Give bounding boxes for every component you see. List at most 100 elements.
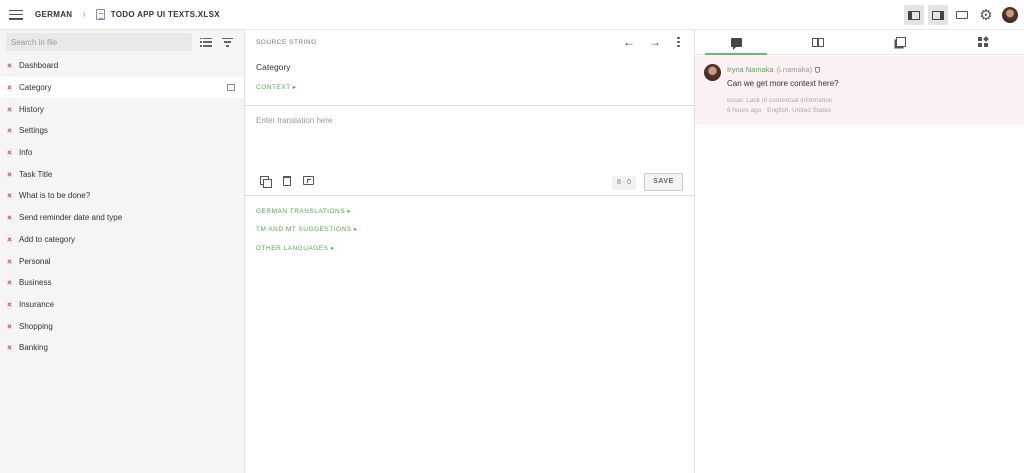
list-item-label: Banking — [19, 343, 48, 353]
right-panel: Iryna Namaka (i.namaka) Can we get more c… — [695, 30, 1024, 473]
strings-list: Dashboard Category History Settings Info… — [0, 55, 244, 359]
comment-username: (i.namaka) — [776, 65, 813, 74]
list-item[interactable]: Settings — [0, 120, 244, 142]
comment-author: Iryna Namaka (i.namaka) — [727, 65, 821, 74]
divider — [245, 105, 694, 106]
list-item[interactable]: What is to be done? — [0, 185, 244, 207]
top-bar: GERMAN › TODO APP UI TEXTS.XLSX ⚙ — [0, 0, 1024, 30]
file-icon — [95, 9, 105, 20]
list-item-label: Shopping — [19, 321, 53, 331]
comment-author-name: Iryna Namaka — [727, 65, 774, 74]
layout-right-panel-button[interactable] — [928, 5, 948, 25]
layout-left-panel-button[interactable] — [904, 5, 924, 25]
list-item-label: Settings — [19, 126, 48, 136]
source-string-label: SOURCE STRING — [256, 38, 317, 46]
list-item[interactable]: History — [0, 98, 244, 120]
strings-sidebar: Dashboard Category History Settings Info… — [0, 30, 245, 473]
untranslated-status-icon — [7, 151, 11, 155]
list-item[interactable]: Business — [0, 272, 244, 294]
list-item[interactable]: Send reminder date and type — [0, 207, 244, 229]
list-item[interactable]: Shopping — [0, 315, 244, 337]
untranslated-status-icon — [7, 281, 11, 285]
untranslated-status-icon — [7, 194, 11, 198]
list-view-icon[interactable] — [200, 37, 212, 47]
context-link-label: CONTEXT — [256, 84, 291, 91]
section-link-label: GERMAN TRANSLATIONS — [256, 208, 346, 215]
list-item-label: History — [19, 104, 44, 114]
section-link-label: TM AND MT SUGGESTIONS — [256, 226, 352, 233]
translation-input[interactable] — [245, 107, 694, 169]
breadcrumb-file-name[interactable]: TODO APP UI TEXTS.XLSX — [111, 10, 220, 19]
list-item-label: Business — [19, 278, 52, 288]
untranslated-status-icon — [7, 324, 11, 328]
shield-icon — [815, 67, 821, 73]
gear-icon[interactable]: ⚙ — [976, 5, 996, 25]
list-item[interactable]: Dashboard — [0, 55, 244, 77]
breadcrumb-language[interactable]: GERMAN — [35, 10, 72, 19]
keyboard-shortcuts-button[interactable] — [952, 5, 972, 25]
untranslated-status-icon — [7, 172, 11, 176]
hamburger-menu-icon[interactable] — [9, 9, 23, 20]
other-languages-link[interactable]: OTHER LANGUAGES ▸ — [256, 244, 335, 252]
user-avatar[interactable] — [1002, 7, 1018, 23]
list-item-label: Category — [19, 83, 52, 93]
untranslated-status-icon — [7, 259, 11, 263]
list-item-label: What is to be done? — [19, 191, 91, 201]
list-item-label: Add to category — [19, 234, 76, 244]
comment-issue-type: Issue: Lack of contextual information — [727, 97, 833, 104]
list-item[interactable]: Personal — [0, 250, 244, 272]
untranslated-status-icon — [7, 64, 11, 68]
translation-toolbar: 8 · 0 SAVE — [245, 173, 694, 193]
untranslated-status-icon — [7, 216, 11, 220]
more-vertical-icon[interactable] — [677, 36, 680, 48]
chat-icon — [730, 37, 742, 50]
list-item-label: Dashboard — [19, 61, 59, 71]
source-header: SOURCE STRING ← → — [245, 30, 694, 54]
list-item[interactable]: Add to category — [0, 229, 244, 251]
arrow-left-icon[interactable]: ← — [623, 36, 635, 48]
list-item-label: Task Title — [19, 169, 53, 179]
tab-translation-memory[interactable] — [860, 30, 942, 54]
source-string-text: Category — [256, 62, 291, 72]
search-row — [0, 30, 244, 54]
comment-text: Can we get more context here? — [727, 79, 839, 88]
list-item[interactable]: Task Title — [0, 163, 244, 185]
untranslated-status-icon — [7, 107, 11, 111]
untranslated-status-icon — [7, 237, 11, 241]
transliterate-icon[interactable] — [303, 176, 314, 185]
filter-icon[interactable] — [222, 37, 233, 47]
keyboard-icon — [956, 11, 968, 19]
list-item[interactable]: Insurance — [0, 294, 244, 316]
search-input[interactable] — [6, 33, 192, 51]
string-navigation: ← → — [623, 36, 680, 48]
context-link[interactable]: CONTEXT ▸ — [256, 83, 694, 91]
arrow-right-icon[interactable]: → — [649, 36, 661, 48]
list-item-selected[interactable]: Category — [0, 76, 244, 99]
tm-mt-suggestions-link[interactable]: TM AND MT SUGGESTIONS ▸ — [256, 225, 358, 233]
untranslated-status-icon — [7, 129, 11, 133]
tab-source-view[interactable] — [777, 30, 859, 54]
avatar — [704, 64, 721, 81]
breadcrumb-chevron-icon: › — [82, 9, 86, 20]
german-translations-link[interactable]: GERMAN TRANSLATIONS ▸ — [256, 207, 351, 215]
book-icon — [812, 37, 825, 47]
stack-icon — [895, 37, 906, 47]
clear-translation-icon[interactable] — [283, 176, 291, 186]
untranslated-status-icon — [7, 302, 11, 306]
list-item[interactable]: Banking — [0, 337, 244, 359]
list-item-label: Send reminder date and type — [19, 213, 123, 223]
list-item-label: Insurance — [19, 299, 55, 309]
panel-layout-icon — [932, 10, 944, 20]
save-button[interactable]: SAVE — [644, 173, 683, 191]
tab-comments[interactable] — [695, 30, 777, 55]
sidebar-layout-icon — [908, 10, 920, 20]
comment-marker-icon[interactable] — [227, 83, 235, 91]
section-link-label: OTHER LANGUAGES — [256, 245, 329, 252]
untranslated-status-icon — [7, 86, 11, 90]
list-item-label: Personal — [19, 256, 51, 266]
copy-source-icon[interactable] — [260, 176, 272, 188]
editor-panel: SOURCE STRING ← → Category CONTEXT ▸ 8 ·… — [245, 30, 695, 473]
tab-apps[interactable] — [942, 30, 1024, 54]
list-item[interactable]: Info — [0, 142, 244, 164]
comment-item[interactable]: Iryna Namaka (i.namaka) Can we get more c… — [695, 56, 1024, 125]
